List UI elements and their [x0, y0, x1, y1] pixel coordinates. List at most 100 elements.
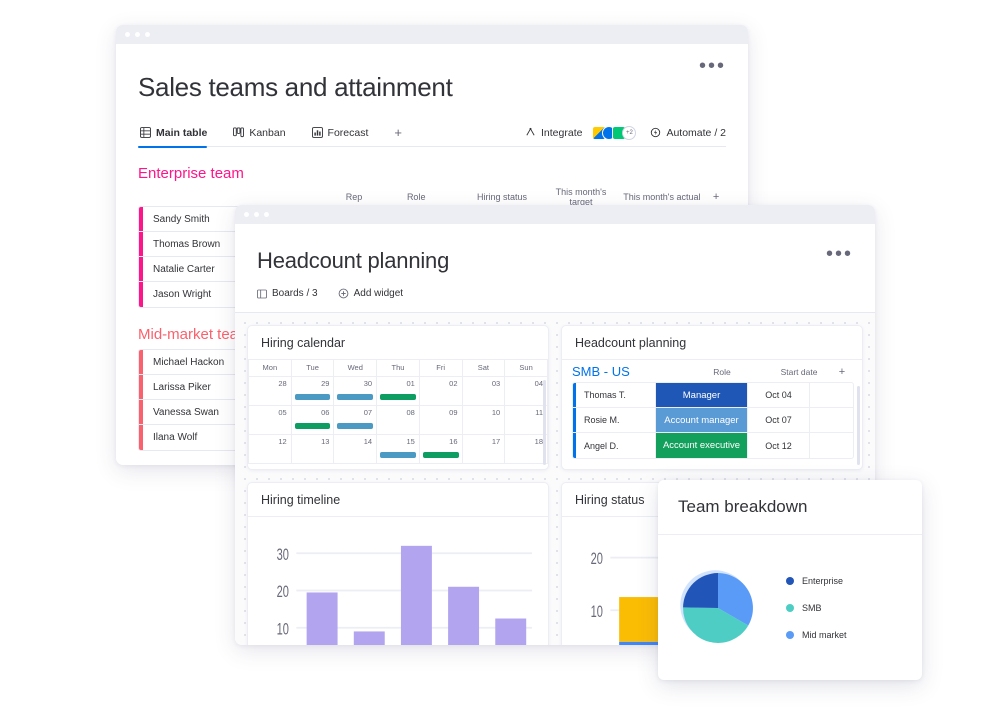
headcount-scrollbar[interactable]: [857, 386, 860, 465]
calendar-day-cell[interactable]: 14: [333, 433, 378, 464]
timeline-bars[interactable]: [306, 545, 527, 645]
calendar-day-cell[interactable]: 11: [504, 404, 548, 435]
calendar-week-row: 28 29 30 01 02 03 04: [248, 375, 548, 406]
window-dot-minimize[interactable]: [254, 212, 259, 217]
calendar-day-cell[interactable]: 07: [333, 404, 378, 435]
cell-name[interactable]: Angel D.: [576, 433, 656, 458]
calendar-day-cell[interactable]: 05: [248, 404, 292, 435]
cell-start-date[interactable]: Oct 12: [748, 433, 810, 458]
cell-empty: [810, 383, 834, 407]
calendar-day-cell[interactable]: 06: [290, 404, 335, 435]
bar-may: [495, 618, 527, 645]
legend-item-enterprise[interactable]: Enterprise: [786, 576, 847, 586]
automate-button[interactable]: Automate / 2: [650, 127, 726, 139]
calendar-day-cell[interactable]: 03: [461, 375, 506, 406]
group-title-enterprise[interactable]: Enterprise team: [138, 165, 726, 182]
cell-start-date[interactable]: Oct 07: [748, 408, 810, 432]
calendar-day-cell[interactable]: 02: [418, 375, 463, 406]
calendar-event-bar[interactable]: [380, 393, 416, 400]
calendar-day-cell[interactable]: 09: [418, 404, 463, 435]
calendar-event-bar[interactable]: [294, 422, 331, 429]
window-dot-maximize[interactable]: [145, 32, 150, 37]
calendar-event-bar[interactable]: [337, 422, 374, 429]
widget-hiring-timeline: Hiring timeline 30 20 10: [247, 482, 549, 645]
pie-slice-enterprise[interactable]: [683, 572, 718, 608]
widget-title: Hiring calendar: [248, 326, 548, 360]
widget-title: Hiring timeline: [248, 483, 548, 517]
add-tab-button[interactable]: +: [394, 125, 402, 140]
window-team-breakdown: Team breakdown Enterprise SMB Mid market: [658, 480, 922, 680]
calendar-event-bar[interactable]: [422, 451, 459, 458]
window-dot-close[interactable]: [244, 212, 249, 217]
svg-text:10: 10: [277, 619, 289, 638]
integration-avatars[interactable]: +2: [592, 125, 637, 140]
calendar-scrollbar[interactable]: [543, 380, 546, 465]
integrate-button[interactable]: Integrate: [525, 127, 582, 139]
column-header-actual[interactable]: This month's actual: [617, 192, 706, 202]
calendar-day-cell[interactable]: 18: [504, 433, 548, 464]
cell-role[interactable]: Account manager: [656, 408, 748, 432]
window-dot-minimize[interactable]: [135, 32, 140, 37]
widget-title: Headcount planning: [562, 326, 862, 360]
calendar-event-bar[interactable]: [337, 393, 374, 400]
column-header-role[interactable]: Role: [373, 192, 460, 202]
calendar-day-cell[interactable]: 15: [376, 433, 420, 464]
add-column-button[interactable]: +: [706, 191, 726, 203]
column-header-rep[interactable]: Rep: [335, 192, 372, 202]
calendar-day-cell[interactable]: 10: [461, 404, 506, 435]
calendar-day-cell[interactable]: 16: [418, 433, 463, 464]
table-row[interactable]: Angel D. Account executive Oct 12: [573, 433, 853, 458]
add-column-button[interactable]: +: [830, 366, 854, 378]
tab-forecast[interactable]: Forecast: [310, 119, 379, 147]
day-number: 17: [491, 436, 501, 446]
legend-item-smb[interactable]: SMB: [786, 603, 847, 613]
day-number: 13: [321, 436, 330, 446]
weekday-mon: Mon: [248, 360, 292, 377]
headcount-table-body: SMB - US Role Start date + Thomas T. Man…: [562, 360, 862, 469]
calendar-day-cell[interactable]: 28: [248, 375, 292, 406]
calendar-day-cell[interactable]: 13: [290, 433, 335, 464]
page-title: Sales teams and attainment: [138, 72, 453, 102]
window-dot-maximize[interactable]: [264, 212, 269, 217]
table-row[interactable]: Thomas T. Manager Oct 04: [573, 383, 853, 408]
calendar-day-cell[interactable]: 01: [376, 375, 420, 406]
cell-role[interactable]: Account executive: [656, 433, 748, 458]
bar-apr: [448, 586, 480, 645]
tab-main-table[interactable]: Main table: [138, 119, 217, 148]
calendar-day-cell[interactable]: 30: [333, 375, 378, 406]
day-number: 06: [321, 407, 330, 417]
calendar-day-cell[interactable]: 17: [461, 433, 506, 464]
group-title-smb-us[interactable]: SMB - US: [572, 364, 630, 379]
cell-role[interactable]: Manager: [656, 383, 748, 407]
column-header-start-date[interactable]: Start date: [768, 367, 830, 377]
column-header-target[interactable]: This month's target: [544, 187, 617, 207]
day-number: 07: [363, 407, 373, 417]
window-dot-close[interactable]: [125, 32, 130, 37]
cell-start-date[interactable]: Oct 04: [748, 383, 810, 407]
automate-icon: [651, 127, 661, 138]
column-header-role[interactable]: Role: [676, 367, 768, 377]
calendar-day-cell[interactable]: 29: [290, 375, 335, 406]
weekday-sat: Sat: [461, 360, 506, 377]
day-number: 10: [491, 407, 501, 417]
bar-mar: [400, 545, 432, 645]
cell-name[interactable]: Rosie M.: [576, 408, 656, 432]
tab-kanban[interactable]: Kanban: [231, 119, 295, 147]
chart-icon: [311, 127, 323, 138]
day-number: 04: [534, 378, 543, 388]
legend-item-mid-market[interactable]: Mid market: [786, 630, 847, 640]
board-tabs: Main table Kanban Forecast + Integrate +…: [138, 119, 726, 148]
calendar-day-cell[interactable]: 08: [376, 404, 420, 435]
column-headers: Rep Role Hiring status This month's targ…: [138, 187, 726, 207]
board-more-menu-button[interactable]: •••: [699, 56, 726, 76]
calendar-event-bar[interactable]: [294, 393, 331, 400]
cell-name[interactable]: Thomas T.: [576, 383, 656, 407]
boards-button[interactable]: Boards / 3: [257, 288, 318, 299]
column-header-hiring-status[interactable]: Hiring status: [460, 192, 545, 202]
add-widget-button[interactable]: Add widget: [338, 288, 403, 299]
calendar-event-bar[interactable]: [380, 451, 416, 458]
calendar-day-cell[interactable]: 04: [504, 375, 548, 406]
calendar-day-cell[interactable]: 12: [248, 433, 292, 464]
table-row[interactable]: Rosie M. Account manager Oct 07: [573, 408, 853, 433]
dashboard-more-menu-button[interactable]: •••: [826, 244, 853, 264]
